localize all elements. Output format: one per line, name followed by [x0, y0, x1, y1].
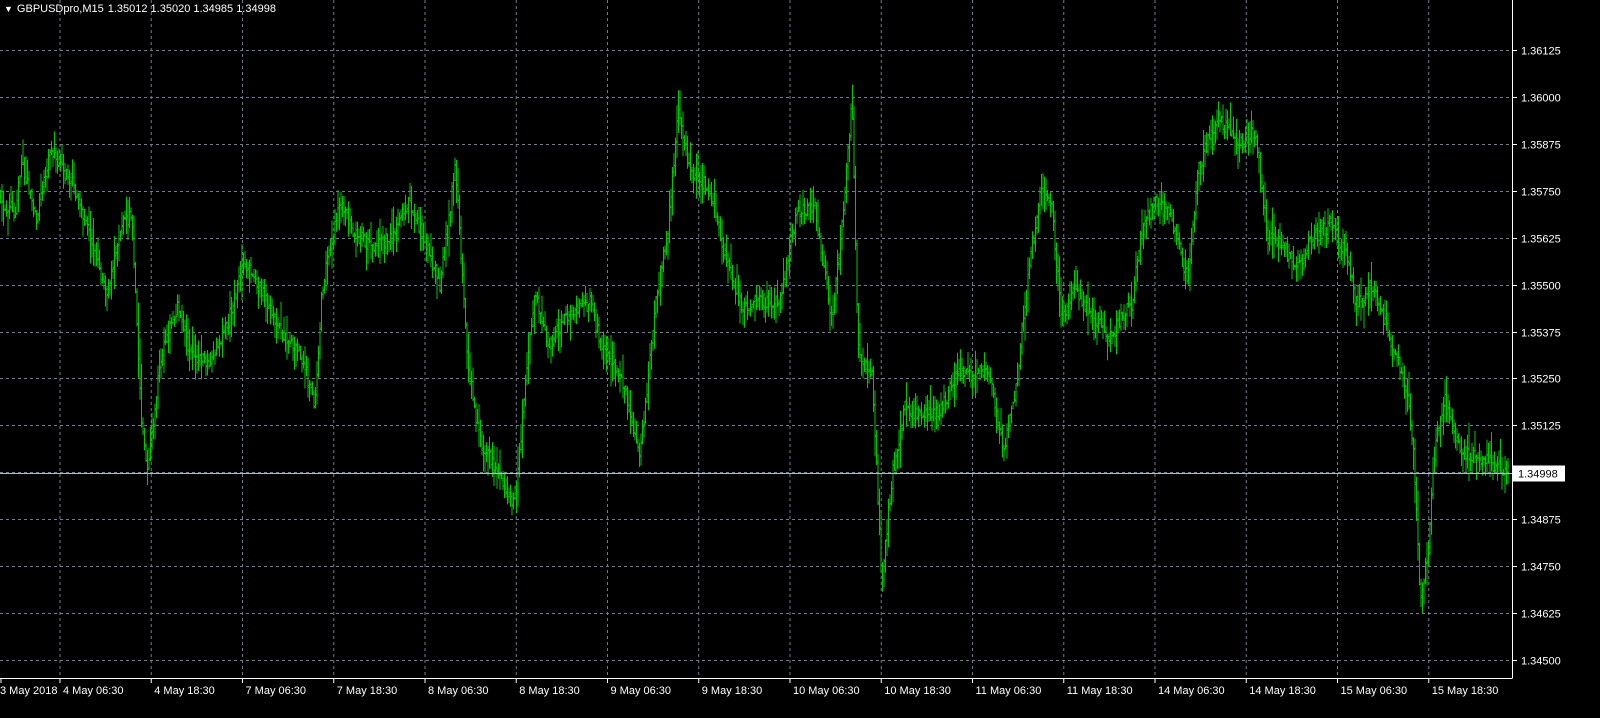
price-tick-label: 1.36000	[1521, 93, 1561, 105]
price-tick-label: 1.35250	[1521, 374, 1561, 386]
price-tick-label: 1.36125	[1521, 46, 1561, 58]
price-tick-label: 1.35125	[1521, 421, 1561, 433]
price-tick-label: 1.35500	[1521, 281, 1561, 293]
triangle-down-icon[interactable]: ▼	[4, 4, 13, 14]
price-tick-label: 1.34875	[1521, 515, 1561, 527]
time-tick-label: 4 May 18:30	[154, 685, 215, 697]
time-tick-label: 4 May 06:30	[63, 685, 124, 697]
time-tick-label: 9 May 06:30	[611, 685, 672, 697]
price-tick-label: 1.35750	[1521, 187, 1561, 199]
time-tick-label: 11 May 06:30	[976, 685, 1042, 697]
time-tick-label: 15 May 18:30	[1432, 685, 1499, 697]
time-tick-label: 9 May 18:30	[702, 685, 763, 697]
chart-background	[0, 0, 1600, 713]
time-tick-label: 8 May 06:30	[428, 685, 489, 697]
price-tick-label: 1.34625	[1521, 609, 1561, 621]
time-tick-label: 3 May 2018	[0, 685, 57, 697]
time-tick-label: 11 May 18:30	[1067, 685, 1133, 697]
price-tick-label: 1.35625	[1521, 234, 1561, 246]
price-chart[interactable]: 1.36125 1.36000 1.35875 1.35750 1.35625 1.355…	[0, 0, 1600, 713]
time-tick-label: 10 May 06:30	[793, 685, 860, 697]
price-tick-label: 1.34500	[1521, 656, 1561, 668]
ohlc-quote: 1.35012 1.35020 1.34985 1.34998	[107, 3, 276, 15]
time-tick-label: 7 May 06:30	[246, 685, 307, 697]
time-tick-label: 10 May 18:30	[884, 685, 951, 697]
time-tick-label: 7 May 18:30	[337, 685, 398, 697]
price-tick-label: 1.35875	[1521, 140, 1561, 152]
current-price-label: 1.34998	[1518, 469, 1558, 481]
price-tick-label: 1.35375	[1521, 328, 1561, 340]
chart-canvas[interactable]: 1.36125 1.36000 1.35875 1.35750 1.35625 1.355…	[0, 0, 1600, 713]
time-tick-label: 14 May 18:30	[1249, 685, 1316, 697]
symbol-label: GBPUSDpro,M15	[16, 3, 104, 15]
time-tick-label: 8 May 18:30	[519, 685, 580, 697]
chart-header: ▼ GBPUSDpro,M15 1.35012 1.35020 1.34985 …	[4, 3, 276, 15]
time-tick-label: 14 May 06:30	[1158, 685, 1225, 697]
price-tick-label: 1.34750	[1521, 562, 1561, 574]
time-tick-label: 15 May 06:30	[1341, 685, 1408, 697]
